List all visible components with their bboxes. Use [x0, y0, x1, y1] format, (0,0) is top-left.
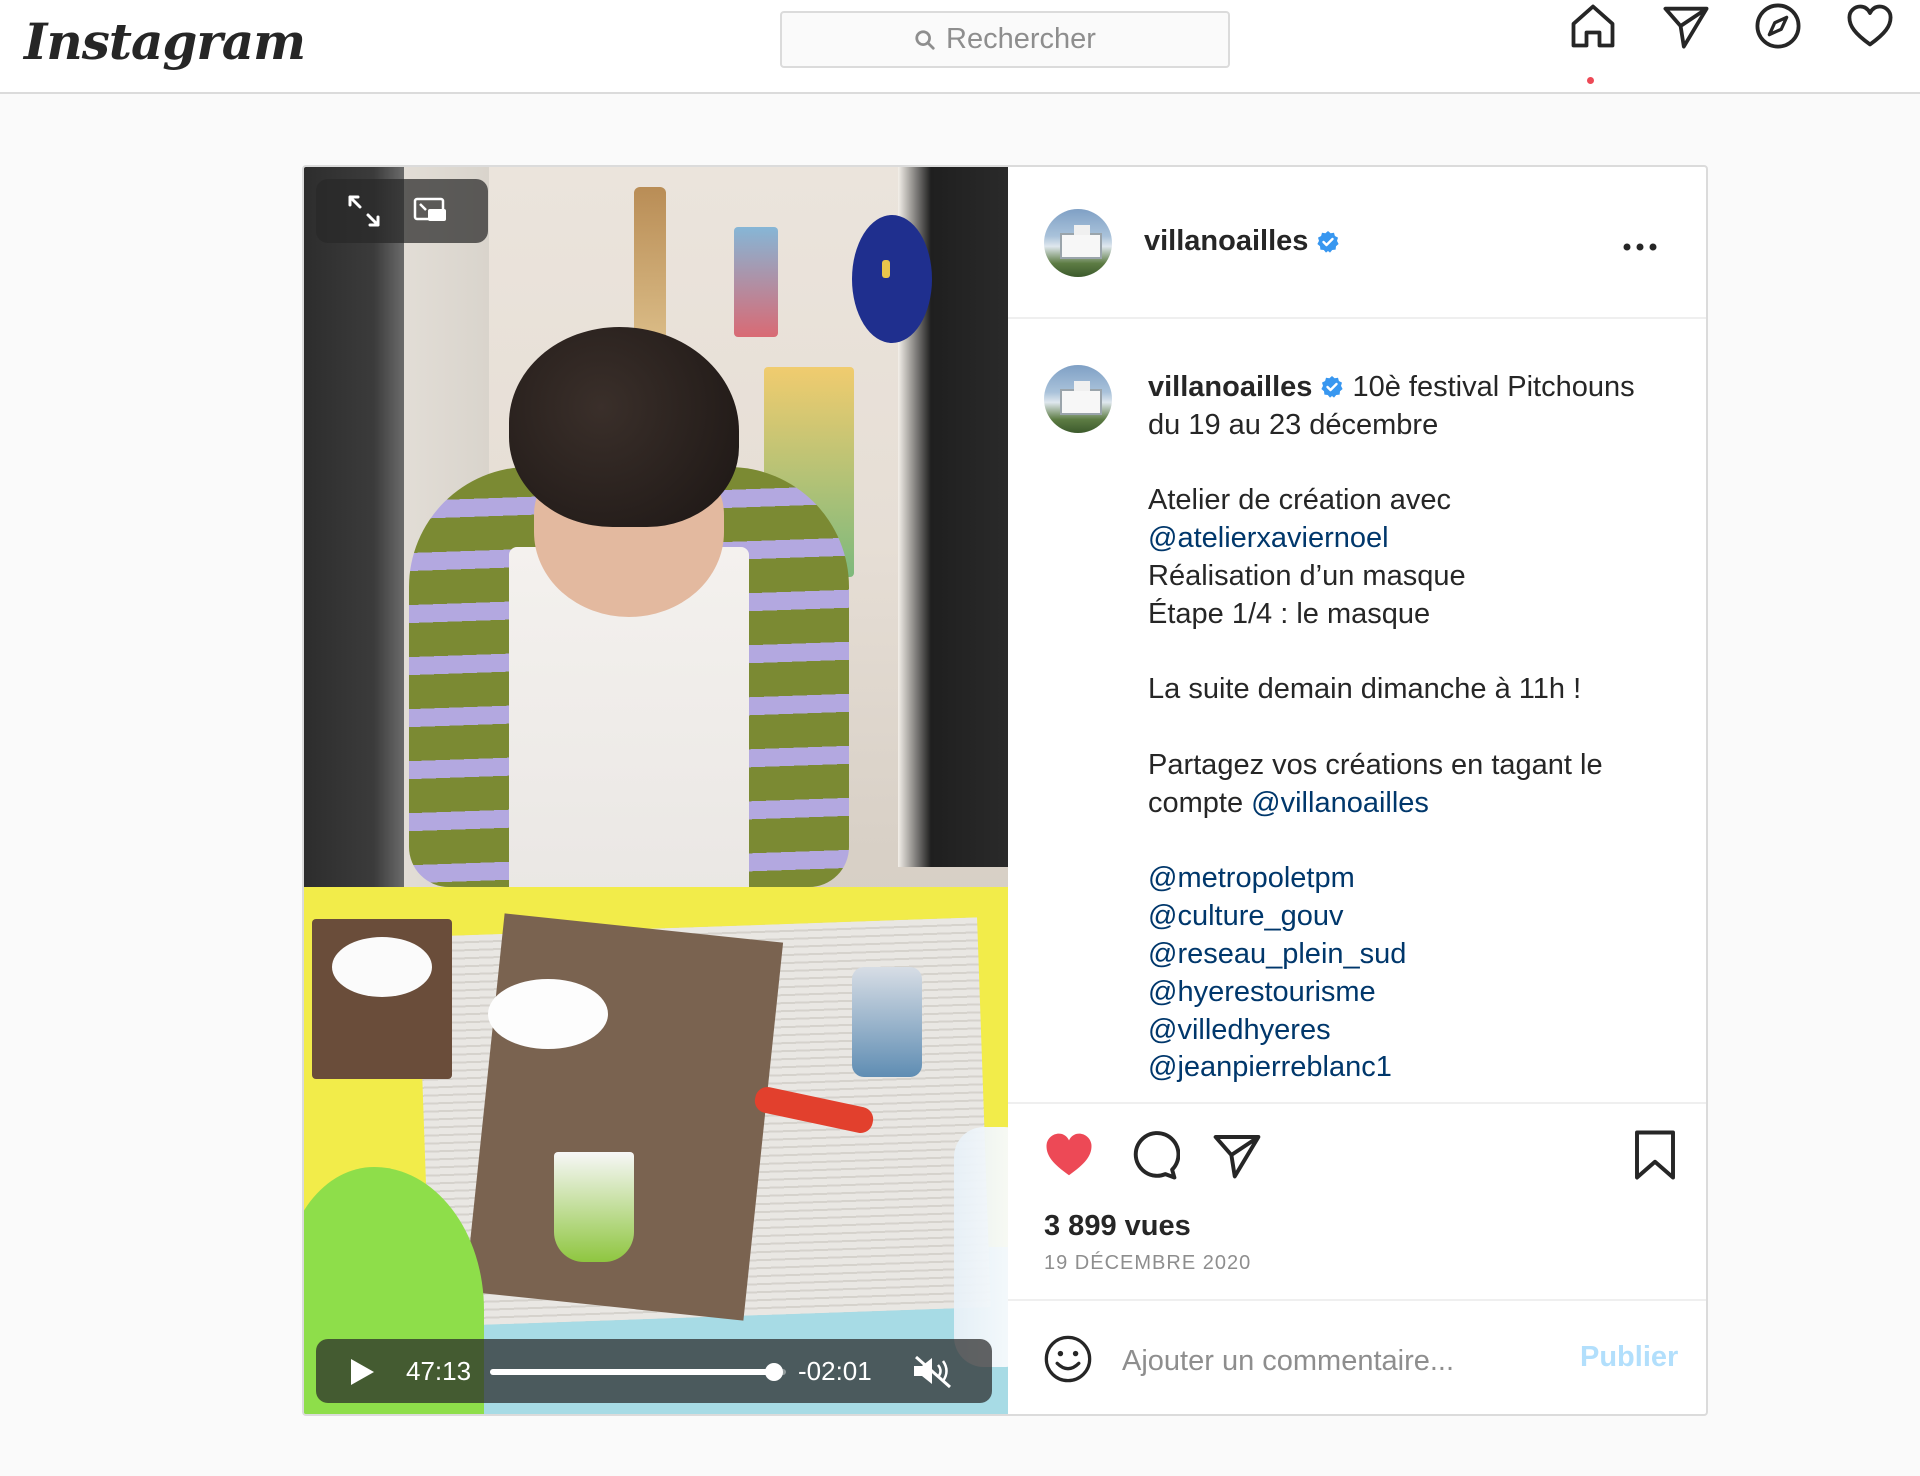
post-header: villanoailles: [1008, 167, 1706, 319]
publish-button[interactable]: Publier: [1580, 1341, 1678, 1374]
search-box[interactable]: Rechercher: [780, 11, 1230, 68]
video-progress-fill: [490, 1369, 775, 1375]
play-icon[interactable]: [348, 1357, 376, 1387]
fullscreen-icon[interactable]: [346, 193, 382, 229]
video-frame-bg: [304, 167, 404, 887]
mention-link[interactable]: @hyerestourisme: [1148, 976, 1376, 1008]
post-sidebar: villanoailles villanoailles 10è festival…: [1008, 167, 1706, 1414]
instagram-logo[interactable]: Instagram: [24, 12, 306, 71]
verified-badge-icon: [1317, 230, 1340, 253]
view-count[interactable]: 3 899 vues: [1044, 1210, 1191, 1243]
verified-badge-icon: [1321, 376, 1344, 398]
explore-icon[interactable]: [1752, 0, 1804, 52]
video-control-bar: 47:13 -02:01: [316, 1339, 992, 1403]
mention-link[interactable]: @metropoletpm: [1148, 862, 1355, 894]
search-icon: [915, 29, 935, 50]
post-actions: 3 899 vues: [1008, 1102, 1706, 1267]
top-navigation: Instagram Rechercher: [0, 0, 1920, 94]
picture-in-picture-icon[interactable]: [412, 193, 448, 229]
comment-input[interactable]: [1122, 1339, 1562, 1383]
video-scrubber[interactable]: [490, 1363, 786, 1381]
caption-text: villanoailles 10è festival Pitchouns du …: [1148, 371, 1643, 1084]
activity-heart-icon[interactable]: [1844, 0, 1896, 52]
home-icon[interactable]: [1567, 0, 1619, 52]
author-username[interactable]: villanoailles: [1144, 225, 1340, 258]
caption-author-avatar[interactable]: [1044, 365, 1112, 433]
comment-box: Publier: [1008, 1299, 1706, 1414]
post-video[interactable]: 47:13 -02:01: [304, 167, 1008, 1414]
more-options-icon[interactable]: [1622, 239, 1658, 251]
search-placeholder: Rechercher: [946, 23, 1096, 55]
post-card: 47:13 -02:01 villanoailles villanoailles…: [302, 165, 1708, 1416]
remaining-time: -02:01: [798, 1356, 872, 1386]
author-avatar[interactable]: [1044, 209, 1112, 277]
mention-link[interactable]: @villanoailles: [1251, 787, 1429, 819]
mention-link[interactable]: @atelierxaviernoel: [1148, 522, 1389, 554]
like-heart-icon[interactable]: [1042, 1128, 1096, 1182]
elapsed-time: 47:13: [406, 1356, 472, 1386]
video-top-controls: [316, 179, 488, 243]
mention-link[interactable]: @reseau_plein_sud: [1148, 938, 1406, 970]
share-icon[interactable]: [1210, 1128, 1264, 1182]
mention-link[interactable]: @culture_gouv: [1148, 900, 1344, 932]
emoji-icon[interactable]: [1042, 1333, 1094, 1385]
video-scrubber-handle[interactable]: [765, 1363, 784, 1381]
comment-icon[interactable]: [1126, 1128, 1181, 1182]
direct-icon[interactable]: [1660, 0, 1712, 52]
home-notification-dot: [1587, 77, 1594, 84]
muted-speaker-icon[interactable]: [910, 1353, 958, 1389]
post-date[interactable]: 19 DÉCEMBRE 2020: [1044, 1252, 1251, 1275]
caption-username[interactable]: villanoailles: [1148, 371, 1312, 403]
mention-link[interactable]: @villedhyeres: [1148, 1014, 1331, 1046]
save-bookmark-icon[interactable]: [1628, 1128, 1682, 1182]
mention-link[interactable]: @jeanpierreblanc1: [1148, 1051, 1392, 1083]
